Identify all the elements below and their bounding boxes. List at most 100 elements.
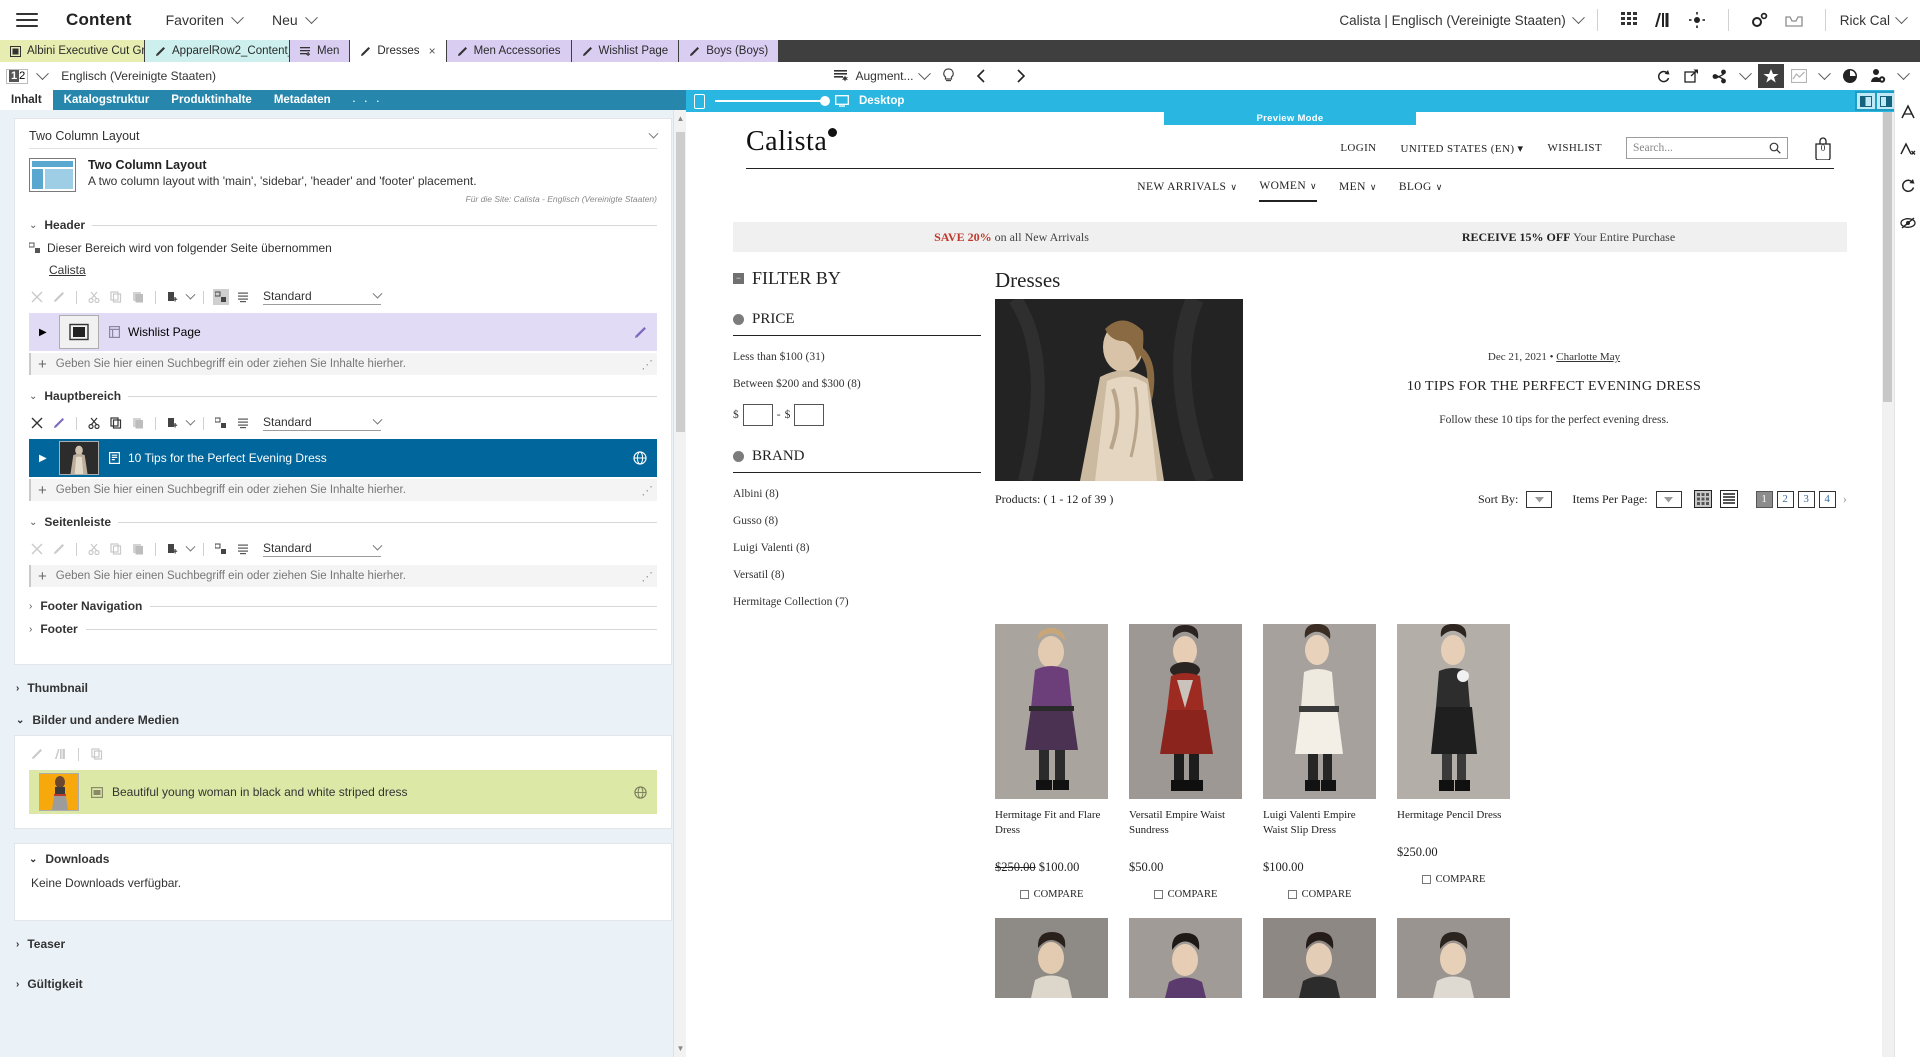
- page-button-1[interactable]: 1: [1756, 491, 1773, 508]
- bulb-icon[interactable]: [937, 64, 961, 88]
- augment-button[interactable]: Augment...: [834, 69, 928, 83]
- hide-element-icon[interactable]: [1898, 213, 1918, 233]
- section-header-seitenleiste[interactable]: ⌄ Seitenleiste: [29, 515, 657, 529]
- chevron-down-icon[interactable]: [1895, 11, 1908, 24]
- product-image[interactable]: [1397, 918, 1510, 998]
- preview-scrollbar-thumb[interactable]: [1883, 112, 1892, 402]
- tab-metadaten[interactable]: Metadaten: [263, 90, 342, 110]
- delete-icon[interactable]: [29, 415, 45, 431]
- nav-men[interactable]: MEN∨: [1339, 180, 1377, 202]
- site-wishlist-link[interactable]: WISHLIST: [1547, 142, 1602, 154]
- chevron-down-icon[interactable]: [1739, 67, 1752, 80]
- tab-dresses[interactable]: Dresses ×: [350, 40, 446, 62]
- copy-icon[interactable]: [108, 415, 124, 431]
- apps-grid-icon[interactable]: [1612, 5, 1646, 35]
- tab-wishlist-page[interactable]: Wishlist Page: [572, 40, 680, 62]
- tab-inhalt[interactable]: Inhalt: [0, 90, 53, 110]
- product-image[interactable]: [1129, 624, 1242, 799]
- link-mode-icon[interactable]: [213, 541, 229, 557]
- open-external-icon[interactable]: [1679, 64, 1705, 88]
- product-name[interactable]: Hermitage Fit and Flare Dress: [995, 808, 1108, 838]
- header-content-row[interactable]: ▶ Wishlist Page: [29, 313, 657, 351]
- nav-women[interactable]: WOMEN∨: [1259, 180, 1317, 202]
- site-search-input[interactable]: Search...: [1626, 137, 1788, 159]
- layout-selector[interactable]: Two Column Layout: [29, 129, 657, 149]
- tab-apparelrow2-content[interactable]: ApparelRow2_Content_Ri...: [145, 40, 290, 62]
- section-header-footer-navigation[interactable]: › Footer Navigation: [29, 599, 657, 613]
- library-icon[interactable]: [1646, 5, 1680, 35]
- globe-icon[interactable]: [633, 451, 647, 465]
- filter-brand-item-0[interactable]: Albini (8): [733, 488, 981, 500]
- add-content-icon[interactable]: [165, 541, 181, 557]
- list-mode-icon[interactable]: [235, 415, 251, 431]
- chevron-down-icon[interactable]: [1897, 67, 1910, 80]
- target-icon[interactable]: [1680, 5, 1714, 35]
- header-style-select[interactable]: Standard: [263, 289, 381, 305]
- product-compare[interactable]: COMPARE: [1263, 889, 1376, 900]
- compare-checkbox[interactable]: [1288, 890, 1297, 899]
- list-mode-icon[interactable]: [235, 289, 251, 305]
- edit-pencil-icon[interactable]: [51, 415, 67, 431]
- filter-price-item-0[interactable]: Less than $100 (31): [733, 351, 981, 363]
- menu-neu[interactable]: Neu: [272, 12, 316, 28]
- product-card-6[interactable]: [1263, 918, 1376, 998]
- media-row[interactable]: Beautiful young woman in black and white…: [29, 770, 657, 814]
- product-compare[interactable]: COMPARE: [1397, 874, 1510, 885]
- section-header-footer[interactable]: › Footer: [29, 622, 657, 636]
- resize-grip-icon[interactable]: ⋰: [642, 357, 654, 371]
- product-image[interactable]: [1129, 918, 1242, 998]
- tab-produktinhalte[interactable]: Produktinhalte: [160, 90, 263, 110]
- scroll-down-arrow-icon[interactable]: ▼: [676, 1044, 685, 1053]
- clear-format-icon[interactable]: [1898, 139, 1918, 159]
- tab-men[interactable]: Men: [290, 40, 350, 62]
- items-per-page-select[interactable]: [1656, 491, 1682, 508]
- annotate-icon[interactable]: [1898, 102, 1918, 122]
- chevron-down-icon[interactable]: [918, 67, 931, 80]
- chevron-down-icon[interactable]: [186, 541, 196, 551]
- next-page-arrow-icon[interactable]: ›: [1840, 491, 1847, 508]
- gears-icon[interactable]: [1743, 5, 1777, 35]
- filter-group-price-header[interactable]: PRICE: [733, 311, 981, 328]
- clock-icon[interactable]: [1837, 64, 1863, 88]
- header-dropzone[interactable]: + Geben Sie hier einen Suchbegriff ein o…: [29, 353, 657, 375]
- globe-icon[interactable]: [634, 786, 647, 799]
- hauptbereich-content-row[interactable]: ▶ 10 Tips for the Perfect Evening: [29, 439, 657, 477]
- page-button-2[interactable]: 2: [1777, 491, 1794, 508]
- chevron-down-icon[interactable]: [1572, 11, 1585, 24]
- split-view-icon[interactable]: [1857, 93, 1875, 109]
- resize-grip-icon[interactable]: ⋰: [642, 569, 654, 583]
- tab-boys[interactable]: Boys (Boys): [679, 40, 779, 62]
- menu-favoriten[interactable]: Favoriten: [166, 12, 242, 28]
- chevron-down-icon[interactable]: [36, 67, 49, 80]
- nav-new-arrivals[interactable]: NEW ARRIVALS∨: [1137, 180, 1237, 202]
- site-brand-logo[interactable]: Calista: [746, 126, 827, 158]
- chevron-right-icon[interactable]: [1009, 64, 1033, 88]
- tab-albini-executive-cut-gray[interactable]: Albini Executive Cut Gray ...: [0, 40, 145, 62]
- chevron-down-icon[interactable]: [1818, 67, 1831, 80]
- resize-grip-icon[interactable]: ⋰: [642, 483, 654, 497]
- section-header-hauptbereich[interactable]: ⌄ Hauptbereich: [29, 389, 657, 403]
- collapse-toggle-icon[interactable]: −: [733, 273, 744, 284]
- filter-brand-item-2[interactable]: Luigi Valenti (8): [733, 542, 981, 554]
- product-image[interactable]: [1263, 624, 1376, 799]
- hero-headline[interactable]: 10 TIPS FOR THE PERFECT EVENING DRESS: [1261, 376, 1847, 397]
- page-button-3[interactable]: 3: [1798, 491, 1815, 508]
- user-menu-label[interactable]: Rick Cal: [1840, 13, 1890, 28]
- share-icon[interactable]: [1707, 64, 1733, 88]
- edit-pencil-icon[interactable]: [634, 326, 647, 339]
- chart-icon[interactable]: [1786, 64, 1812, 88]
- close-icon[interactable]: ×: [429, 44, 436, 58]
- shopping-bag-icon[interactable]: 0: [1812, 136, 1834, 160]
- product-card-3[interactable]: Hermitage Pencil Dress $250.00 COMPARE: [1397, 624, 1510, 900]
- add-content-icon[interactable]: [165, 289, 181, 305]
- add-content-icon[interactable]: [165, 415, 181, 431]
- list-mode-icon[interactable]: [235, 541, 251, 557]
- refresh-circle-icon[interactable]: [1898, 176, 1918, 196]
- filter-by-title[interactable]: − FILTER BY: [733, 268, 981, 289]
- accordion-teaser-header[interactable]: › Teaser: [14, 929, 672, 959]
- preview-scrollbar[interactable]: [1882, 112, 1894, 1057]
- compare-checkbox[interactable]: [1020, 890, 1029, 899]
- sort-by-select[interactable]: [1526, 491, 1552, 508]
- chevron-left-icon[interactable]: [969, 64, 993, 88]
- price-to-input[interactable]: [794, 404, 824, 426]
